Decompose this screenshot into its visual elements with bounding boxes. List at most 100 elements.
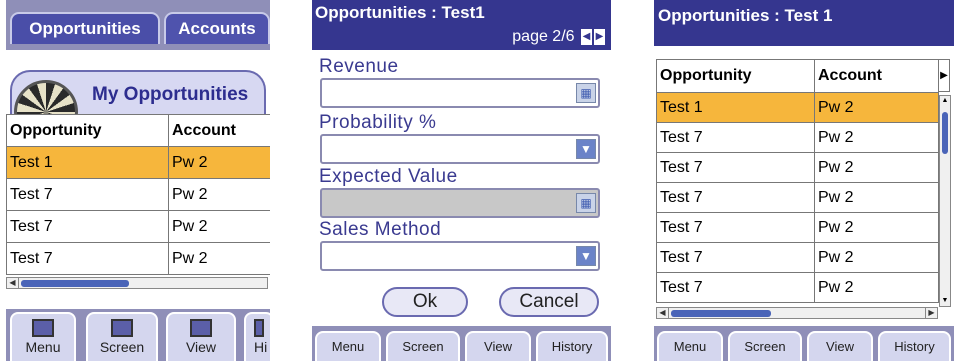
opportunities-list-screen: Opportunities Accounts My Opportunities …: [6, 0, 270, 361]
tab-menu-label: Menu: [25, 339, 61, 355]
table-row[interactable]: Test 7 Pw 2: [6, 242, 270, 275]
tab-history-label: Hi: [254, 339, 268, 355]
title-bar: Opportunities : Test 1: [654, 0, 954, 46]
tab-menu[interactable]: Menu: [10, 312, 76, 361]
calculator-icon[interactable]: ▦: [576, 83, 596, 103]
table-row[interactable]: Test 7 Pw 2: [656, 122, 939, 153]
scroll-left-icon[interactable]: ◀: [657, 308, 669, 318]
tab-screen[interactable]: Screen: [86, 312, 158, 361]
tab-view[interactable]: View: [807, 331, 873, 361]
title-bar: Opportunities : Test1 page 2/6 ◀ ▶: [312, 0, 611, 50]
tab-history[interactable]: Hi: [244, 312, 270, 361]
tab-opportunities[interactable]: Opportunities: [10, 12, 160, 44]
tab-menu[interactable]: Menu: [657, 331, 723, 361]
bottom-tab-bar: Menu Screen View History: [654, 326, 954, 361]
table-row[interactable]: Test 7 Pw 2: [656, 242, 939, 273]
account-cell[interactable]: Pw 2: [814, 212, 939, 243]
sales-method-dropdown[interactable]: ▼: [320, 241, 600, 271]
scroll-up-icon[interactable]: ▲: [940, 96, 950, 106]
tab-menu[interactable]: Menu: [315, 331, 381, 361]
horizontal-scrollbar[interactable]: ◀: [6, 277, 268, 289]
calculator-icon: ▦: [576, 193, 596, 213]
column-header-account[interactable]: Account: [168, 114, 270, 147]
tab-history[interactable]: History: [878, 331, 951, 361]
tab-view[interactable]: View: [166, 312, 236, 361]
screen-icon: [111, 319, 133, 337]
column-header-account[interactable]: Account: [814, 59, 939, 93]
account-cell[interactable]: Pw 2: [814, 182, 939, 213]
scrollbar-thumb[interactable]: [671, 310, 771, 317]
table-header-row: Opportunity Account: [6, 114, 270, 147]
table-row[interactable]: Test 7 Pw 2: [656, 182, 939, 213]
tab-history[interactable]: History: [536, 331, 608, 361]
opportunities-table: Opportunity Account Test 1 Pw 2 Test 7 Pw 2…: [656, 59, 939, 303]
page-indicator: page 2/6 ◀ ▶: [512, 28, 605, 46]
opportunity-cell[interactable]: Test 7: [6, 178, 169, 211]
scroll-left-icon[interactable]: ◀: [7, 278, 19, 288]
table-row[interactable]: Test 7 Pw 2: [656, 272, 939, 303]
revenue-field[interactable]: ▦: [320, 78, 600, 108]
scrollbar-thumb[interactable]: [942, 112, 948, 154]
opportunity-cell[interactable]: Test 7: [656, 272, 815, 303]
dropdown-arrow-icon[interactable]: ▼: [576, 246, 596, 266]
cancel-button[interactable]: Cancel: [499, 287, 599, 317]
screen-title: Opportunities : Test 1: [658, 6, 833, 25]
opportunity-cell[interactable]: Test 1: [656, 92, 815, 123]
table-row[interactable]: Test 7 Pw 2: [6, 178, 270, 211]
sales-method-label: Sales Method: [319, 219, 442, 240]
probability-label: Probability %: [319, 112, 437, 133]
opportunity-cell[interactable]: Test 7: [656, 122, 815, 153]
opportunity-cell[interactable]: Test 7: [6, 242, 169, 275]
view-icon: [190, 319, 212, 337]
probability-dropdown[interactable]: ▼: [320, 134, 600, 164]
scroll-down-icon[interactable]: ▼: [940, 296, 950, 306]
opportunity-cell[interactable]: Test 7: [656, 212, 815, 243]
account-cell[interactable]: Pw 2: [814, 122, 939, 153]
account-cell[interactable]: Pw 2: [168, 178, 270, 211]
account-cell[interactable]: Pw 2: [814, 152, 939, 183]
tab-accounts[interactable]: Accounts: [164, 12, 270, 44]
account-cell[interactable]: Pw 2: [814, 92, 939, 123]
column-header-opportunity[interactable]: Opportunity: [6, 114, 169, 147]
scrollbar-thumb[interactable]: [21, 280, 129, 287]
table-row[interactable]: Test 7 Pw 2: [656, 212, 939, 243]
column-header-opportunity[interactable]: Opportunity: [656, 59, 815, 93]
top-tab-strip: Opportunities Accounts: [6, 0, 270, 50]
account-cell[interactable]: Pw 2: [168, 210, 270, 243]
account-cell[interactable]: Pw 2: [814, 242, 939, 273]
scroll-columns-right-icon[interactable]: ▶: [938, 59, 950, 92]
tab-screen[interactable]: Screen: [728, 331, 802, 361]
tab-view[interactable]: View: [465, 331, 531, 361]
table-row[interactable]: Test 7 Pw 2: [656, 152, 939, 183]
my-opportunities-label: My Opportunities: [92, 84, 249, 105]
opportunity-cell[interactable]: Test 7: [656, 182, 815, 213]
table-header-row: Opportunity Account: [656, 59, 939, 93]
opportunity-cell[interactable]: Test 7: [656, 152, 815, 183]
opportunity-grid-screen: Opportunities : Test 1 Opportunity Accou…: [654, 0, 954, 361]
opportunity-cell[interactable]: Test 7: [656, 242, 815, 273]
tab-view-label: View: [185, 339, 217, 355]
expected-value-label: Expected Value: [319, 166, 458, 187]
opportunity-cell[interactable]: Test 7: [6, 210, 169, 243]
account-cell[interactable]: Pw 2: [814, 272, 939, 303]
history-icon: [254, 319, 264, 337]
tab-screen[interactable]: Screen: [386, 331, 460, 361]
table-row[interactable]: Test 1 Pw 2: [6, 146, 270, 179]
table-row[interactable]: Test 7 Pw 2: [6, 210, 270, 243]
revenue-label: Revenue: [319, 56, 399, 77]
bottom-tab-bar: Menu Screen View History: [312, 326, 611, 361]
previous-page-icon[interactable]: ◀: [581, 28, 592, 45]
opportunity-cell[interactable]: Test 1: [6, 146, 169, 179]
screen-title: Opportunities : Test1: [315, 3, 485, 22]
ok-button[interactable]: Ok: [382, 287, 468, 317]
next-page-icon[interactable]: ▶: [594, 28, 605, 45]
dropdown-arrow-icon[interactable]: ▼: [576, 139, 596, 159]
page-indicator-text: page 2/6: [512, 28, 575, 45]
account-cell[interactable]: Pw 2: [168, 242, 270, 275]
menu-icon: [32, 319, 54, 337]
vertical-scrollbar[interactable]: ▲ ▼: [939, 95, 951, 307]
account-cell[interactable]: Pw 2: [168, 146, 270, 179]
table-row[interactable]: Test 1 Pw 2: [656, 92, 939, 123]
horizontal-scrollbar[interactable]: ◀ ▶: [656, 307, 938, 319]
scroll-right-icon[interactable]: ▶: [925, 308, 937, 318]
